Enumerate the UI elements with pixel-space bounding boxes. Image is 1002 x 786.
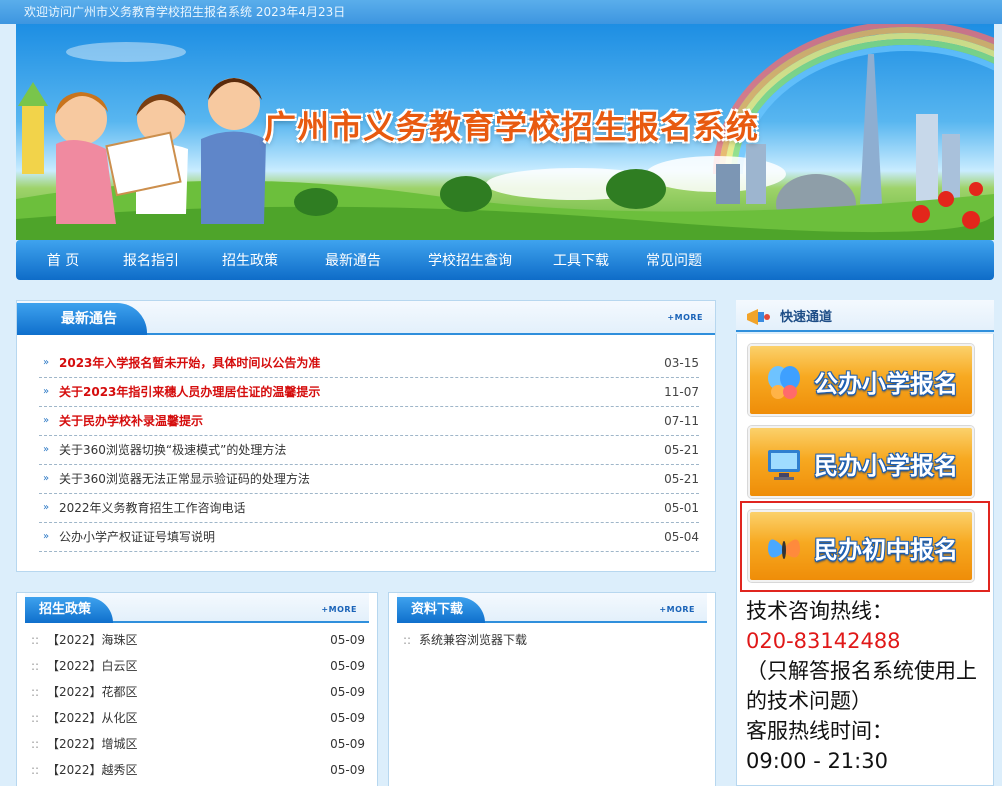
nav-faq[interactable]: 常见问题 [634, 250, 714, 270]
bullet-icon: :: [31, 737, 40, 751]
downloads-header: 资料下载 +MORE [397, 593, 707, 623]
policy-title-text[interactable]: 【2022】从化区 [47, 705, 138, 731]
bullet-icon: :: [31, 763, 40, 777]
bullet-icon: » [43, 357, 50, 368]
notice-item[interactable]: » 公办小学产权证证号填写说明 05-04 [39, 523, 699, 552]
quick-access-title: 快速通道 [780, 310, 833, 325]
public-primary-signup-label[interactable]: 公办小学报名 [814, 364, 958, 399]
private-primary-signup-label[interactable]: 民办小学报名 [814, 446, 958, 481]
policy-item[interactable]: :: 【2022】花都区 05-09 [31, 679, 365, 705]
nav-policy[interactable]: 招生政策 [206, 250, 294, 270]
download-title[interactable]: 系统兼容浏览器下载 [419, 627, 527, 653]
megaphone-icon [747, 309, 770, 325]
bullet-icon: » [43, 473, 50, 484]
nav-school-query[interactable]: 学校招生查询 [412, 250, 528, 270]
policy-title-text[interactable]: 【2022】白云区 [47, 653, 138, 679]
policy-date: 05-09 [330, 711, 365, 725]
welcome-bar: 欢迎访问广州市义务教育学校招生报名系统 2023年4月23日 [0, 0, 1002, 24]
download-item[interactable]: :: 系统兼容浏览器下载 [403, 627, 703, 653]
notice-title[interactable]: 关于民办学校补录温馨提示 [59, 407, 203, 435]
nav-guide[interactable]: 报名指引 [96, 250, 206, 270]
bullet-icon: :: [31, 633, 40, 647]
notices-header: 最新通告 +MORE [17, 301, 715, 335]
bullet-icon: » [43, 502, 50, 513]
notice-item[interactable]: » 2023年入学报名暂未开始，具体时间以公告为准 03-15 [39, 349, 699, 378]
notice-title[interactable]: 2022年义务教育招生工作咨询电话 [59, 494, 246, 522]
notice-date: 05-21 [664, 472, 699, 486]
hotline-hours: 09:00 - 21:30 [746, 749, 888, 773]
downloads-title: 资料下载 [397, 597, 486, 623]
policy-title-text[interactable]: 【2022】增城区 [47, 731, 138, 757]
notice-date: 11-07 [664, 385, 699, 399]
bullet-icon: :: [31, 659, 40, 673]
bullet-icon: » [43, 386, 50, 397]
notice-date: 03-15 [664, 356, 699, 370]
policy-title-text[interactable]: 【2022】花都区 [47, 679, 138, 705]
bullet-icon: :: [31, 711, 40, 725]
notice-date: 07-11 [664, 414, 699, 428]
quick-access-header: 快速通道 [736, 300, 994, 332]
hotline-note: （只解答报名系统使用上的技术问题） [746, 659, 977, 713]
policy-item[interactable]: :: 【2022】海珠区 05-09 [31, 627, 365, 653]
site-banner: 广州市义务教育学校招生报名系统 [16, 24, 994, 240]
notice-date: 05-01 [664, 501, 699, 515]
policy-header: 招生政策 +MORE [25, 593, 369, 623]
private-primary-signup-button[interactable]: 民办小学报名 [748, 426, 974, 498]
downloads-more-link[interactable]: +MORE [659, 605, 695, 614]
bullet-icon: :: [403, 633, 412, 647]
policy-title-text[interactable]: 【2022】海珠区 [47, 627, 138, 653]
bullet-icon: » [43, 531, 50, 542]
nav-downloads[interactable]: 工具下载 [528, 250, 634, 270]
banner-title: 广州市义务教育学校招生报名系统 [264, 108, 760, 146]
notice-title[interactable]: 公办小学产权证证号填写说明 [59, 523, 215, 551]
bullet-icon: :: [31, 685, 40, 699]
notice-item[interactable]: » 关于2023年指引来穗人员办理居住证的温馨提示 11-07 [39, 378, 699, 407]
policy-date: 05-09 [330, 763, 365, 777]
notice-title[interactable]: 关于2023年指引来穗人员办理居住证的温馨提示 [59, 378, 320, 406]
policy-item[interactable]: :: 【2022】越秀区 05-09 [31, 757, 365, 783]
notices-title: 最新通告 [17, 303, 147, 335]
notice-date: 05-04 [664, 530, 699, 544]
bullet-icon: » [43, 444, 50, 455]
policy-title: 招生政策 [25, 597, 114, 623]
nav-home[interactable]: 首 页 [30, 250, 96, 270]
hotline-hours-label: 客服热线时间： [746, 719, 893, 743]
policy-title-text[interactable]: 【2022】越秀区 [47, 757, 138, 783]
notice-item[interactable]: » 2022年义务教育招生工作咨询电话 05-01 [39, 494, 699, 523]
notice-item[interactable]: » 关于360浏览器切换“极速模式”的处理方法 05-21 [39, 436, 699, 465]
computer-icon [768, 450, 800, 480]
downloads-panel: 资料下载 +MORE :: 系统兼容浏览器下载 [388, 592, 716, 786]
public-primary-signup-button[interactable]: 公办小学报名 [748, 344, 974, 416]
policy-date: 05-09 [330, 737, 365, 751]
butterfly-icon [768, 366, 800, 399]
notice-date: 05-21 [664, 443, 699, 457]
bullet-icon: » [43, 415, 50, 426]
highlight-box [740, 501, 990, 592]
welcome-text: 欢迎访问广州市义务教育学校招生报名系统 2023年4月23日 [24, 5, 346, 19]
hotline-info: 技术咨询热线： 020-83142488 （只解答报名系统使用上的技术问题） 客… [746, 596, 992, 776]
notice-title[interactable]: 关于360浏览器无法正常显示验证码的处理方法 [59, 465, 310, 493]
main-nav: 首 页 报名指引 招生政策 最新通告 学校招生查询 工具下载 常见问题 [16, 240, 994, 280]
notice-title[interactable]: 2023年入学报名暂未开始，具体时间以公告为准 [59, 349, 320, 377]
policy-item[interactable]: :: 【2022】白云区 05-09 [31, 653, 365, 679]
policy-item[interactable]: :: 【2022】增城区 05-09 [31, 731, 365, 757]
hotline-phone: 020-83142488 [746, 629, 901, 653]
policy-date: 05-09 [330, 633, 365, 647]
policy-panel: 招生政策 +MORE :: 【2022】海珠区 05-09 :: 【2022】白云区 0… [16, 592, 378, 786]
notice-item[interactable]: » 关于民办学校补录温馨提示 07-11 [39, 407, 699, 436]
notice-list: » 2023年入学报名暂未开始，具体时间以公告为准 03-15 » 关于2023年指引… [17, 349, 715, 552]
notices-panel: 最新通告 +MORE » 2023年入学报名暂未开始，具体时间以公告为准 03-15… [16, 300, 716, 572]
policy-more-link[interactable]: +MORE [321, 605, 357, 614]
nav-notices[interactable]: 最新通告 [294, 250, 412, 270]
hotline-label: 技术咨询热线： [746, 599, 893, 623]
notice-item[interactable]: » 关于360浏览器无法正常显示验证码的处理方法 05-21 [39, 465, 699, 494]
notices-more-link[interactable]: +MORE [667, 313, 703, 322]
policy-date: 05-09 [330, 659, 365, 673]
policy-date: 05-09 [330, 685, 365, 699]
policy-item[interactable]: :: 【2022】从化区 05-09 [31, 705, 365, 731]
notice-title[interactable]: 关于360浏览器切换“极速模式”的处理方法 [59, 436, 286, 464]
